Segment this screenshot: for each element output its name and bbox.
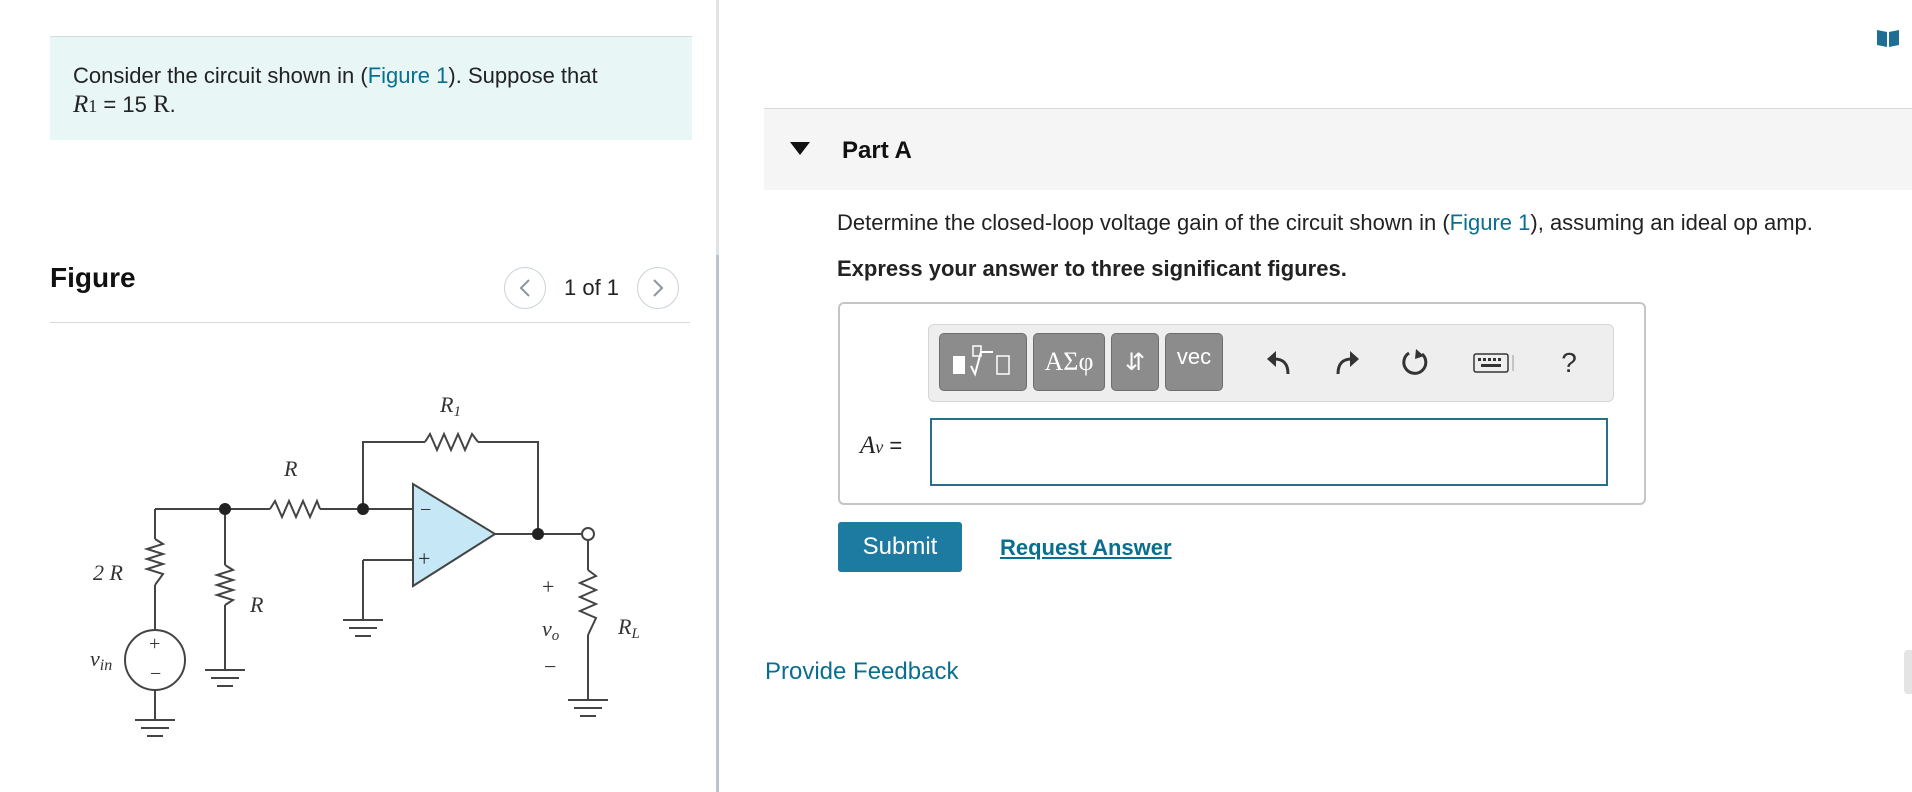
templates-button[interactable] xyxy=(939,333,1027,391)
redo-icon xyxy=(1336,351,1359,375)
problem-statement: Consider the circuit shown in (Figure 1)… xyxy=(50,36,692,140)
output-plus: + xyxy=(542,574,554,599)
ground-symbol xyxy=(135,719,175,737)
resistor-r-shunt xyxy=(213,564,237,606)
submit-button[interactable]: Submit xyxy=(838,522,962,572)
figure-pager: 1 of 1 xyxy=(504,266,680,310)
condition-unit: R xyxy=(152,91,170,118)
answer-panel: ΑΣφ ⇵ vec ? Av = xyxy=(838,302,1646,505)
opamp-minus-label: − xyxy=(420,499,431,521)
condition-end: . xyxy=(169,92,176,117)
figure-link[interactable]: Figure 1 xyxy=(368,63,449,88)
variable-symbol: A xyxy=(860,432,876,459)
label-2r: 2 R xyxy=(93,560,124,585)
provide-feedback-link[interactable]: Provide Feedback xyxy=(765,658,958,686)
collapse-caret-icon[interactable] xyxy=(790,142,810,155)
figure-page-indicator: 1 of 1 xyxy=(564,275,620,300)
keyboard-button[interactable] xyxy=(1469,343,1519,383)
condition-subscript: 1 xyxy=(88,96,98,116)
request-answer-link[interactable]: Request Answer xyxy=(1000,535,1172,561)
book-icon[interactable] xyxy=(1876,28,1900,48)
label-r1: R1 xyxy=(439,392,461,420)
question-after: ), assuming an ideal op amp. xyxy=(1530,210,1813,235)
wire-feedback-right xyxy=(478,441,539,534)
resistor-r1 xyxy=(424,431,479,453)
figure-next-button[interactable] xyxy=(637,267,680,309)
source-plus: + xyxy=(149,633,160,655)
output-terminal xyxy=(581,527,595,541)
vector-button[interactable]: vec xyxy=(1165,333,1223,391)
resistor-2r xyxy=(143,538,167,586)
reset-button[interactable] xyxy=(1395,343,1435,383)
chevron-right-icon xyxy=(653,279,664,297)
resistor-rl xyxy=(577,569,599,636)
node-dot xyxy=(219,503,231,515)
answer-variable-label: Av = xyxy=(860,432,902,460)
chevron-left-icon xyxy=(519,279,530,297)
fraction-root-icon xyxy=(953,345,1010,377)
help-button[interactable]: ? xyxy=(1549,343,1589,383)
figure-title: Figure xyxy=(50,262,136,293)
question-figure-link[interactable]: Figure 1 xyxy=(1450,210,1531,235)
greek-symbols-button[interactable]: ΑΣφ xyxy=(1033,333,1105,391)
variable-equals: = xyxy=(883,433,903,458)
pane-scrollbar[interactable] xyxy=(716,255,719,792)
instruction-text: Express your answer to three significant… xyxy=(837,256,1347,281)
redo-button[interactable] xyxy=(1327,343,1367,383)
output-minus: − xyxy=(544,654,556,679)
part-a-header[interactable]: Part A xyxy=(764,108,1912,190)
undo-button[interactable] xyxy=(1259,343,1299,383)
left-pane: Consider the circuit shown in (Figure 1)… xyxy=(0,0,716,792)
source-minus: − xyxy=(150,663,161,685)
label-vin: vin xyxy=(90,646,112,674)
condition-value: = 15 xyxy=(97,92,153,117)
side-tab[interactable] xyxy=(1904,650,1912,694)
math-toolbar: ΑΣφ ⇵ vec ? xyxy=(928,324,1614,402)
question-text: Determine the closed-loop voltage gain o… xyxy=(837,210,1813,236)
resistor-r-series xyxy=(269,498,321,520)
figure-divider xyxy=(50,322,690,323)
node-dot xyxy=(532,528,544,540)
problem-intro-after: ). Suppose that xyxy=(448,63,598,88)
answer-input[interactable] xyxy=(930,418,1608,486)
ground-symbol xyxy=(205,669,245,687)
condition-variable: R xyxy=(73,91,89,118)
circuit-diagram: R1 R R 2 R vin + − − + + vo − RL xyxy=(90,392,640,737)
problem-intro: Consider the circuit shown in ( xyxy=(73,63,368,88)
reset-icon xyxy=(1402,349,1428,375)
part-a-title: Part A xyxy=(842,137,912,164)
label-r-series: R xyxy=(283,456,298,481)
keyboard-icon xyxy=(1473,353,1514,373)
figure-prev-button[interactable] xyxy=(504,267,546,309)
label-r-shunt: R xyxy=(249,592,264,617)
opamp-plus-label: + xyxy=(418,546,430,571)
question-before: Determine the closed-loop voltage gain o… xyxy=(837,210,1450,235)
label-rl: RL xyxy=(617,614,640,642)
arrows-button[interactable]: ⇵ xyxy=(1111,333,1159,391)
ground-symbol xyxy=(343,619,383,637)
undo-icon xyxy=(1267,351,1290,375)
node-dot xyxy=(357,503,369,515)
ground-symbol xyxy=(568,699,608,717)
label-vo: vo xyxy=(542,616,560,644)
